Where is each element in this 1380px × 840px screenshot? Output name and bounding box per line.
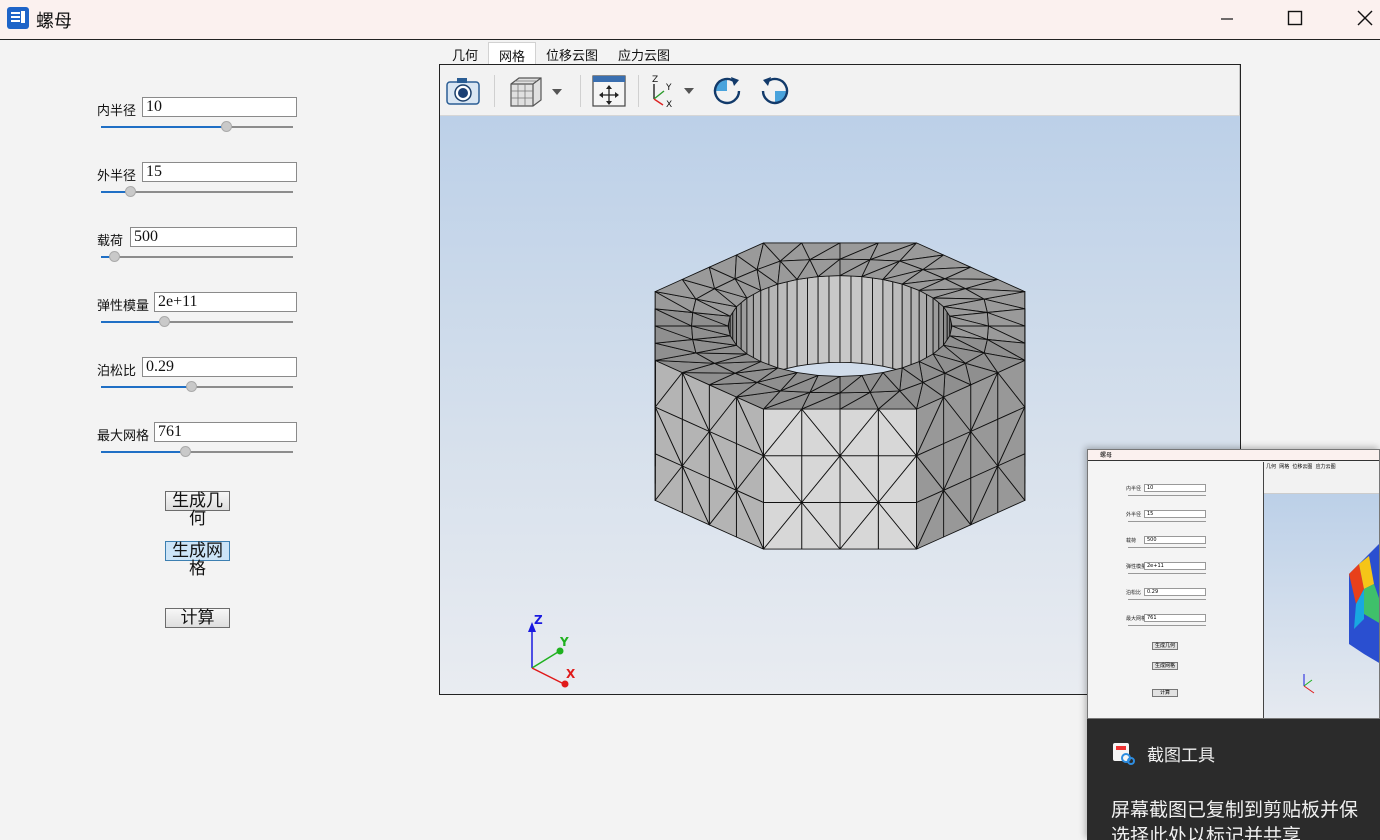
fit-all-button[interactable] — [591, 73, 627, 109]
axis-x-label: X — [566, 667, 576, 681]
compute-button[interactable]: 计算 — [165, 608, 230, 628]
thumb-button: 生成几何 — [1152, 642, 1178, 650]
toolbar-separator — [580, 75, 581, 107]
camera-icon — [446, 78, 480, 105]
inner-radius-label: 内半径 — [97, 104, 137, 119]
thumb-input: 0.29 — [1144, 588, 1206, 596]
notification-app-name: 截图工具 — [1147, 746, 1215, 766]
toolbar-separator — [494, 75, 495, 107]
thumb-slider — [1128, 547, 1206, 548]
max-mesh-label: 最大网格 — [97, 429, 150, 444]
load-input[interactable]: 500 — [130, 227, 297, 247]
notification-body[interactable]: 截图工具 屏幕截图已复制到剪贴板并保 选择此处以标记并共享 — [1087, 719, 1380, 840]
thumb-input: 10 — [1144, 484, 1206, 492]
inner-radius-input[interactable]: 10 — [142, 97, 297, 117]
screenshot-thumbnail: 螺母 内半径 10 外半径 15 载荷 500 弹性模量 2e+11 泊松比 0… — [1087, 449, 1380, 719]
display-mode-button[interactable] — [508, 73, 568, 109]
snip-notification[interactable]: 螺母 内半径 10 外半径 15 载荷 500 弹性模量 2e+11 泊松比 0… — [1087, 449, 1380, 840]
thumb-button: 计算 — [1152, 689, 1178, 697]
thumb-label: 弹性模量 — [1126, 564, 1147, 570]
view-orientation-button[interactable]: Z Y X — [644, 73, 700, 109]
tab-displacement[interactable]: 位移云图 — [536, 42, 608, 64]
axis-triad-icon: Z Y X — [528, 613, 576, 688]
poisson-ratio-input[interactable]: 0.29 — [142, 357, 297, 377]
inner-radius-slider[interactable] — [101, 121, 293, 132]
notification-message: 屏幕截图已复制到剪贴板并保 选择此处以标记并共享 — [1111, 799, 1359, 840]
svg-text:Y: Y — [665, 83, 672, 93]
load-slider[interactable] — [101, 251, 293, 262]
snipping-tool-icon — [1113, 743, 1135, 765]
view-tabs: 几何 网格 位移云图 应力云图 — [442, 42, 680, 65]
thumb-slider — [1128, 521, 1206, 522]
outer-radius-label: 外半径 — [97, 169, 137, 184]
thumb-label: 载荷 — [1126, 538, 1137, 544]
thumb-input: 2e+11 — [1144, 562, 1206, 570]
fit-all-icon — [592, 75, 626, 107]
tab-geometry[interactable]: 几何 — [442, 42, 488, 64]
axis-y-label: Y — [559, 635, 569, 649]
view-orientation-icon: Z Y X — [652, 75, 694, 109]
max-mesh-input[interactable]: 761 — [154, 422, 297, 442]
outer-radius-input[interactable]: 15 — [142, 162, 297, 182]
toolbar-separator — [638, 75, 639, 107]
generate-geometry-button[interactable]: 生成几何 — [165, 491, 230, 528]
thumbnail-tabs: 几何 网格 位移云图 应力云图 — [1266, 464, 1336, 470]
rotate-right-icon — [713, 77, 741, 105]
elastic-modulus-label: 弹性模量 — [97, 299, 150, 314]
load-label: 载荷 — [97, 234, 124, 249]
thumb-slider — [1128, 495, 1206, 496]
rotate-left-button[interactable] — [758, 73, 792, 109]
thumb-input: 15 — [1144, 510, 1206, 518]
screenshot-button[interactable] — [445, 73, 481, 109]
tab-stress[interactable]: 应力云图 — [608, 42, 680, 64]
rotate-left-icon — [761, 77, 789, 105]
outer-radius-slider[interactable] — [101, 186, 293, 197]
thumb-label: 内半径 — [1126, 486, 1142, 492]
thumb-input: 500 — [1144, 536, 1206, 544]
thumbnail-result-icon — [1303, 544, 1379, 694]
display-mode-icon — [510, 77, 562, 107]
elastic-modulus-slider[interactable] — [101, 316, 293, 327]
generate-mesh-button[interactable]: 生成网格 — [165, 541, 230, 578]
thumb-button: 生成网格 — [1152, 662, 1178, 670]
maximize-icon — [1287, 10, 1303, 26]
close-button[interactable] — [1342, 0, 1380, 36]
rotate-right-button[interactable] — [710, 73, 744, 109]
thumb-label: 外半径 — [1126, 512, 1142, 518]
thumb-input: 761 — [1144, 614, 1206, 622]
minimize-icon — [1221, 18, 1233, 20]
viewer-toolbar: Z Y X — [440, 65, 1240, 116]
thumb-label: 泊松比 — [1126, 590, 1142, 596]
minimize-button[interactable] — [1204, 0, 1250, 36]
tab-mesh[interactable]: 网格 — [488, 42, 537, 65]
poisson-ratio-slider[interactable] — [101, 381, 293, 392]
poisson-ratio-label: 泊松比 — [97, 364, 137, 379]
app-icon — [7, 7, 29, 29]
thumb-slider — [1128, 599, 1206, 600]
thumb-slider — [1128, 625, 1206, 626]
title-bar: 螺母 — [0, 0, 1380, 40]
elastic-modulus-input[interactable]: 2e+11 — [154, 292, 297, 312]
thumb-slider — [1128, 573, 1206, 574]
max-mesh-slider[interactable] — [101, 446, 293, 457]
thumb-label: 最大网格 — [1126, 616, 1147, 622]
thumbnail-title: 螺母 — [1100, 452, 1113, 459]
window-title: 螺母 — [36, 11, 72, 32]
svg-text:Z: Z — [652, 75, 658, 85]
close-icon — [1357, 10, 1373, 26]
maximize-button[interactable] — [1272, 0, 1318, 36]
svg-text:X: X — [666, 100, 672, 109]
axis-z-label: Z — [534, 613, 543, 627]
